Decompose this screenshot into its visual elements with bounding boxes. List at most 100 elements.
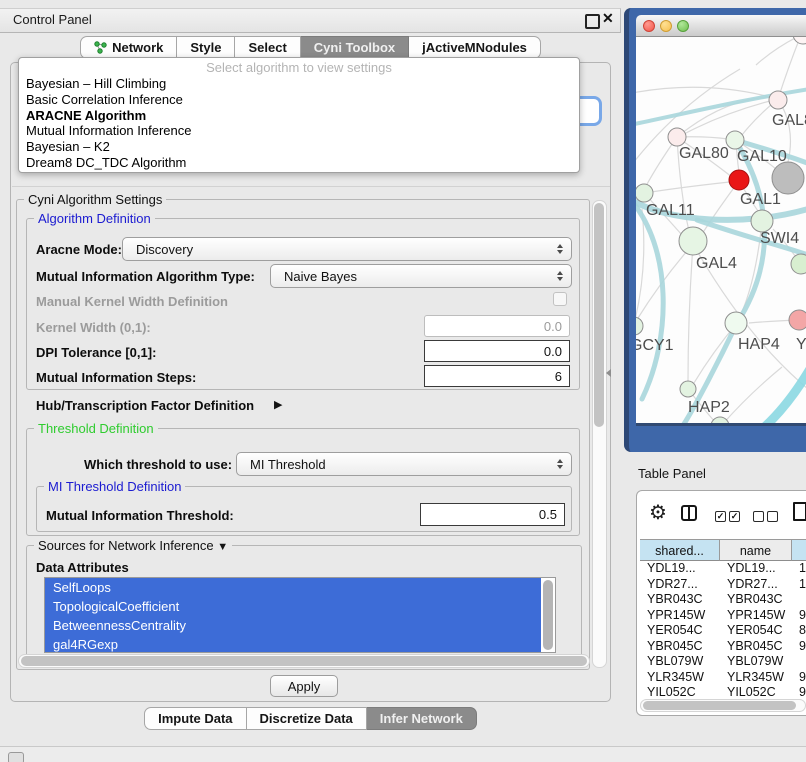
table-cell: YER054C [640, 623, 720, 639]
node-gray[interactable] [772, 162, 804, 194]
algorithm-option-bayesian-k2[interactable]: Bayesian – K2 [19, 139, 579, 155]
node-SWI4[interactable] [751, 210, 773, 232]
attribute-item-selfloops[interactable]: SelfLoops [45, 578, 541, 597]
node-GAL4[interactable] [679, 227, 707, 255]
hub-section-label: Hub/Transcription Factor Definition [36, 398, 254, 413]
columns-icon[interactable] [681, 505, 697, 521]
table-hscrollbar-thumb[interactable] [643, 701, 796, 710]
unchecked-checkbox-icon[interactable] [767, 511, 778, 522]
node-label-hap2: HAP2 [688, 399, 730, 416]
table-cell [792, 654, 806, 670]
threshold-definition-title: Threshold Definition [34, 421, 158, 436]
table-cell: YBR043C [640, 592, 720, 608]
control-panel-tab-bar: NetworkStyleSelectCyni ToolboxjActiveMNo… [0, 36, 621, 59]
network-window-titlebar[interactable] [636, 15, 806, 37]
network-edge [651, 181, 739, 192]
manual-kernel-width-label: Manual Kernel Width Definition [36, 294, 228, 309]
column-header-a[interactable]: A [792, 539, 806, 561]
tab-select[interactable]: Select [235, 36, 300, 59]
node-label-hap4: HAP4 [738, 336, 780, 353]
algorithm-dropdown-placeholder: Select algorithm to view settings [19, 58, 579, 76]
attribute-item-topologicalcoefficient[interactable]: TopologicalCoefficient [45, 597, 541, 616]
node-bottom-partial[interactable] [711, 417, 729, 423]
page-icon[interactable] [793, 502, 806, 521]
manual-kernel-width-checkbox[interactable] [553, 292, 567, 306]
table-row[interactable]: YER054CYER054C8. [640, 623, 806, 639]
data-attributes-listbox[interactable]: SelfLoopsTopologicalCoefficientBetweenne… [44, 577, 556, 653]
close-icon[interactable]: ✕ [602, 10, 614, 27]
algorithm-option-list: Bayesian – Hill ClimbingBasic Correlatio… [19, 76, 579, 171]
table-cell: 8. [792, 623, 806, 639]
algorithm-option-mutual-information-inference[interactable]: Mutual Information Inference [19, 123, 579, 139]
algorithm-option-basic-correlation-inference[interactable]: Basic Correlation Inference [19, 92, 579, 108]
table-cell: 9. [792, 670, 806, 686]
tab-cyni-toolbox[interactable]: Cyni Toolbox [301, 36, 409, 59]
table-cell: YBR045C [640, 639, 720, 655]
table-row[interactable]: YDL19...YDL19...13 [640, 561, 806, 577]
bottom-tab-infer-network[interactable]: Infer Network [367, 707, 477, 730]
apply-button[interactable]: Apply [270, 675, 338, 697]
tab-jactivemnodules[interactable]: jActiveMNodules [409, 36, 541, 59]
table-row[interactable]: YDR27...YDR27...12 [640, 577, 806, 593]
aracne-mode-combobox[interactable]: Discovery [122, 237, 572, 261]
table-row[interactable]: YPR145WYPR145W9. [640, 608, 806, 624]
column-header-shared[interactable]: shared... [640, 539, 720, 561]
traffic-light-minimize-icon[interactable] [660, 20, 672, 32]
table-cell: YER054C [720, 623, 792, 639]
table-cell [792, 592, 806, 608]
panel-corner-icon[interactable] [8, 752, 24, 762]
traffic-light-zoom-icon[interactable] [677, 20, 689, 32]
settings-hscrollbar-thumb[interactable] [21, 656, 587, 666]
mi-threshold-field[interactable]: 0.5 [420, 503, 565, 526]
table-row[interactable]: YLR345WYLR345W9. [640, 670, 806, 686]
algorithm-option-aracne-algorithm[interactable]: ARACNE Algorithm [19, 108, 579, 124]
sources-title: Sources for Network Inference ▼ [34, 538, 232, 553]
node-HAP4[interactable] [725, 312, 747, 334]
which-threshold-combobox[interactable]: MI Threshold [236, 452, 572, 476]
gear-icon[interactable]: ⚙ [649, 503, 667, 523]
node-HAP2[interactable] [680, 381, 696, 397]
node-GAL1[interactable] [729, 170, 749, 190]
application-window: Control Panel ✕ NetworkStyleSelectCyni T… [0, 0, 806, 762]
bottom-tab-impute-data[interactable]: Impute Data [144, 707, 246, 730]
float-panel-icon[interactable] [585, 14, 600, 29]
mi-algorithm-type-combobox[interactable]: Naive Bayes [270, 264, 572, 288]
table-cell: YPR145W [640, 608, 720, 624]
node-GAL80[interactable] [668, 128, 686, 146]
tab-style[interactable]: Style [177, 36, 235, 59]
node-right-green[interactable] [791, 254, 806, 274]
node-top-partial[interactable] [793, 37, 806, 44]
splitter-handle[interactable] [606, 369, 611, 377]
checked-checkbox-icon[interactable]: ✓ [715, 511, 726, 522]
table-row[interactable]: YBR043CYBR043C [640, 592, 806, 608]
list-scrollbar-thumb[interactable] [543, 580, 553, 650]
table-cell: YDR27... [720, 577, 792, 593]
collapsed-arrow-icon[interactable]: ▶ [274, 398, 282, 411]
attribute-item-gal4rgexp[interactable]: gal4RGexp [45, 635, 541, 653]
tab-network[interactable]: Network [80, 36, 177, 59]
table-row[interactable]: YBR045CYBR045C9. [640, 639, 806, 655]
settings-vscrollbar-thumb[interactable] [594, 203, 604, 427]
table-cell: 9. [792, 608, 806, 624]
node-label-gal80: GAL80 [679, 145, 729, 162]
bottom-tab-discretize-data[interactable]: Discretize Data [247, 707, 367, 730]
tab-label: Infer Network [380, 711, 463, 726]
node-label-gal1: GAL1 [740, 191, 781, 208]
expanded-arrow-icon[interactable]: ▼ [217, 541, 228, 553]
checked-checkbox-icon[interactable]: ✓ [729, 511, 740, 522]
network-canvas[interactable]: GAL8GAL80GAL10GAL1GAL11SWI4GAL4GCY1HAP4Y… [636, 37, 806, 426]
unchecked-checkbox-icon[interactable] [753, 511, 764, 522]
table-row[interactable]: YBL079WYBL079W [640, 654, 806, 670]
mi-steps-field[interactable]: 6 [424, 365, 570, 387]
algorithm-option-bayesian-hill-climbing[interactable]: Bayesian – Hill Climbing [19, 76, 579, 92]
attribute-item-betweennesscentrality[interactable]: BetweennessCentrality [45, 616, 541, 635]
traffic-light-close-icon[interactable] [643, 20, 655, 32]
algorithm-option-dream8-dc-tdc-algorithm[interactable]: Dream8 DC_TDC Algorithm [19, 155, 579, 171]
node-pink-upper[interactable] [769, 91, 787, 109]
column-header-name[interactable]: name [720, 539, 792, 561]
dpi-tolerance-field[interactable]: 0.0 [424, 340, 570, 362]
table-cell: YBR045C [720, 639, 792, 655]
node-GCY1[interactable] [636, 317, 643, 335]
node-GAL11[interactable] [636, 184, 653, 202]
node-pink-right[interactable] [789, 310, 806, 330]
